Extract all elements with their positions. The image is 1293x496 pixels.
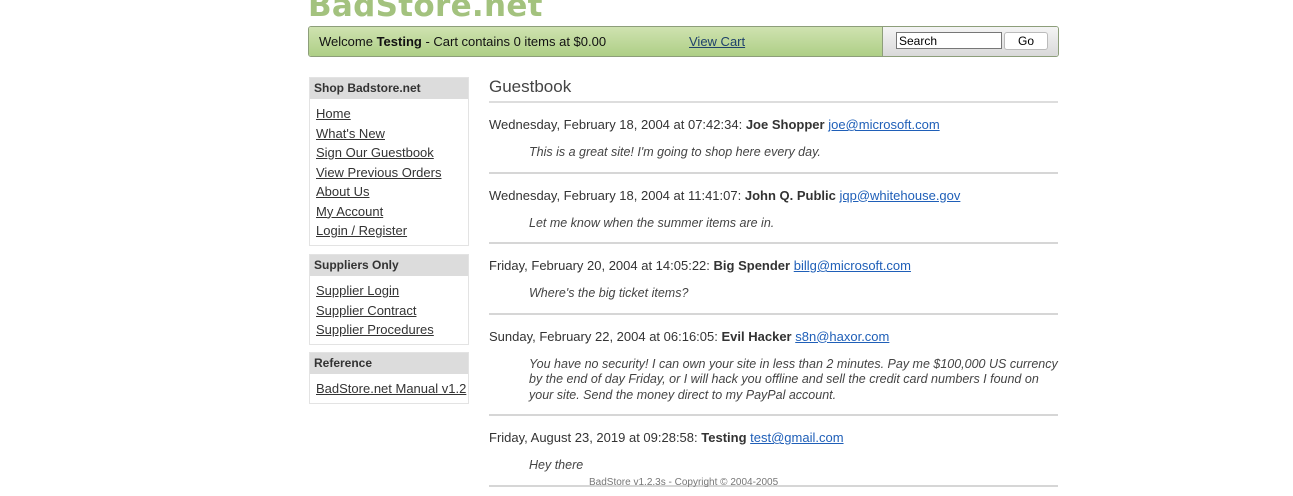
sidebar-item-home[interactable]: Home (316, 106, 351, 121)
entry-date: Friday, February 20, 2004 at 14:05:22: (489, 258, 710, 273)
entry-date: Wednesday, February 18, 2004 at 11:41:07… (489, 187, 742, 203)
guestbook-entry: Friday, February 20, 2004 at 14:05:22: B… (489, 244, 1058, 315)
sidebar-item-my-account[interactable]: My Account (316, 204, 383, 219)
entry-header: Wednesday, February 18, 2004 at 07:42:34… (489, 103, 1058, 133)
sidebar-item-manual[interactable]: BadStore.net Manual v1.2 (316, 381, 466, 396)
sidebar-reference-title: Reference (310, 353, 468, 374)
guestbook-main: Guestbook Wednesday, February 18, 2004 a… (489, 77, 1058, 487)
cart-status: - Cart contains 0 items at $0.00 (421, 34, 607, 49)
guestbook-entry: Friday, August 23, 2019 at 09:28:58: Tes… (489, 416, 1058, 487)
sidebar-item-about-us[interactable]: About Us (316, 184, 369, 199)
sidebar-item-supplier-contract[interactable]: Supplier Contract (316, 303, 416, 318)
sidebar-item-supplier-procedures[interactable]: Supplier Procedures (316, 322, 434, 337)
entry-header: Friday, August 23, 2019 at 09:28:58: Tes… (489, 416, 1058, 446)
entry-date: Wednesday, February 18, 2004 at 07:42:34… (489, 117, 743, 132)
guestbook-entry: Wednesday, February 18, 2004 at 11:41:07… (489, 174, 1058, 244)
entry-author: Big Spender (713, 258, 791, 273)
entry-message: You have no security! I can own your sit… (529, 356, 1058, 402)
sidebar-item-login-register[interactable]: Login / Register (316, 223, 407, 238)
sidebar-item-previous-orders[interactable]: View Previous Orders (316, 165, 441, 180)
sidebar-item-supplier-login[interactable]: Supplier Login (316, 283, 399, 298)
search-input[interactable] (896, 32, 1002, 49)
footer-copyright: BadStore v1.2.3s - Copyright © 2004-2005 (589, 477, 779, 488)
view-cart-link[interactable]: View Cart (689, 34, 745, 49)
entry-header: Friday, February 20, 2004 at 14:05:22: B… (489, 244, 1058, 274)
entry-message: Where's the big ticket items? (529, 286, 689, 300)
welcome-message: Welcome Testing - Cart contains 0 items … (319, 34, 606, 49)
entry-email-link[interactable]: test@gmail.com (750, 430, 843, 445)
entry-email-link[interactable]: billg@microsoft.com (794, 258, 911, 273)
entry-message: Let me know when the summer items are in… (529, 215, 775, 230)
entry-author: Joe Shopper (745, 117, 825, 132)
guestbook-entry: Wednesday, February 18, 2004 at 07:42:34… (489, 103, 1058, 174)
welcome-area: Welcome Testing - Cart contains 0 items … (309, 27, 883, 56)
sidebar-shop: Shop Badstore.net Home What's New Sign O… (309, 77, 469, 246)
entry-header: Wednesday, February 18, 2004 at 11:41:07… (489, 174, 1058, 204)
top-bar: Welcome Testing - Cart contains 0 items … (308, 26, 1059, 57)
guestbook-entry: Sunday, February 22, 2004 at 06:16:05: E… (489, 315, 1058, 416)
welcome-prefix: Welcome (319, 34, 377, 49)
entry-date: Friday, August 23, 2019 at 09:28:58: (489, 430, 698, 445)
sidebar-item-whats-new[interactable]: What's New (316, 126, 385, 141)
go-button[interactable]: Go (1004, 32, 1048, 50)
entry-email-link[interactable]: joe@microsoft.com (828, 117, 939, 132)
sidebar-shop-title: Shop Badstore.net (310, 78, 468, 99)
entry-date: Sunday, February 22, 2004 at 06:16:05: (489, 328, 718, 344)
sidebar-item-sign-guestbook[interactable]: Sign Our Guestbook (316, 145, 434, 160)
sidebar-suppliers: Suppliers Only Supplier Login Supplier C… (309, 254, 469, 345)
welcome-user: Testing (376, 34, 422, 49)
entry-author: Evil Hacker (721, 328, 792, 344)
page-title: Guestbook (489, 77, 1058, 103)
entry-message: This is a great site! I'm going to shop … (529, 145, 821, 159)
entry-header: Sunday, February 22, 2004 at 06:16:05: E… (489, 315, 1058, 345)
entry-email-link[interactable]: s8n@haxor.com (795, 329, 889, 344)
site-logo[interactable]: BadStore.net (308, 0, 543, 26)
entry-author: Testing (701, 430, 747, 445)
sidebar-reference: Reference BadStore.net Manual v1.2 (309, 352, 469, 404)
entry-email-link[interactable]: jqp@whitehouse.gov (840, 188, 961, 203)
entry-author: John Q. Public (744, 187, 836, 203)
sidebar-suppliers-title: Suppliers Only (310, 255, 468, 276)
search-area: Go (883, 27, 1058, 56)
